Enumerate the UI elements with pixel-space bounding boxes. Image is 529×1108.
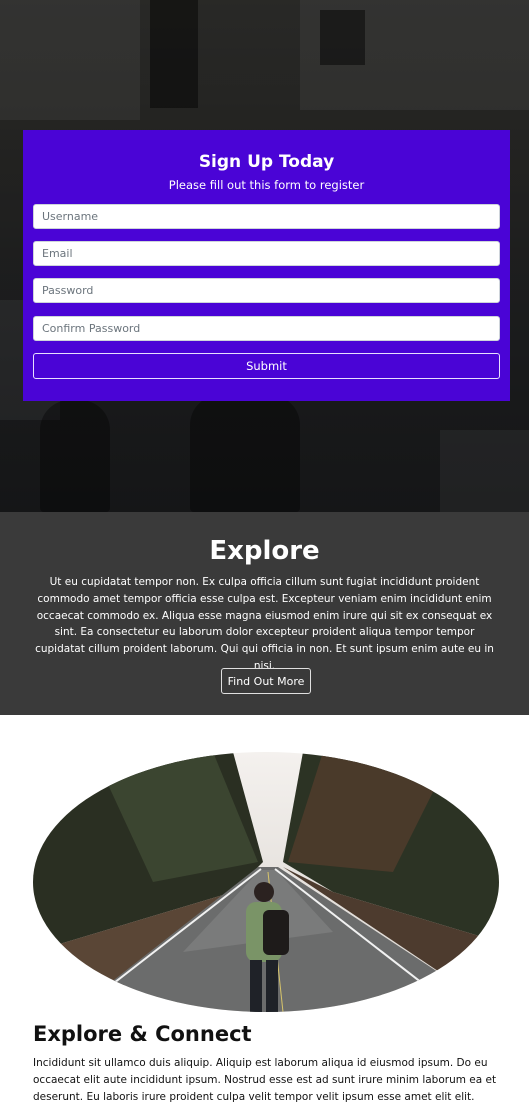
signup-subtitle: Please fill out this form to register: [168, 178, 365, 192]
explore-section: Explore Ut eu cupidatat tempor non. Ex c…: [0, 512, 529, 715]
submit-button[interactable]: Submit: [33, 353, 500, 379]
explore-text: Ut eu cupidatat tempor non. Ex culpa off…: [35, 576, 494, 672]
find-out-more-button[interactable]: Find Out More: [221, 668, 311, 694]
confirm-password-input[interactable]: [33, 316, 500, 341]
connect-text: Incididunt sit ullamco duis aliquip. Ali…: [33, 1057, 497, 1103]
password-input[interactable]: [33, 278, 500, 303]
connect-title: Explore & Connect: [33, 1022, 252, 1046]
email-input[interactable]: [33, 241, 500, 266]
hero-section: Sign Up Today Please fill out this form …: [0, 0, 529, 512]
signup-title: Sign Up Today: [198, 152, 335, 172]
username-input[interactable]: [33, 204, 500, 229]
signup-form: Sign Up Today Please fill out this form …: [23, 130, 510, 401]
explore-title: Explore: [209, 536, 320, 566]
road-image: [33, 752, 499, 1012]
